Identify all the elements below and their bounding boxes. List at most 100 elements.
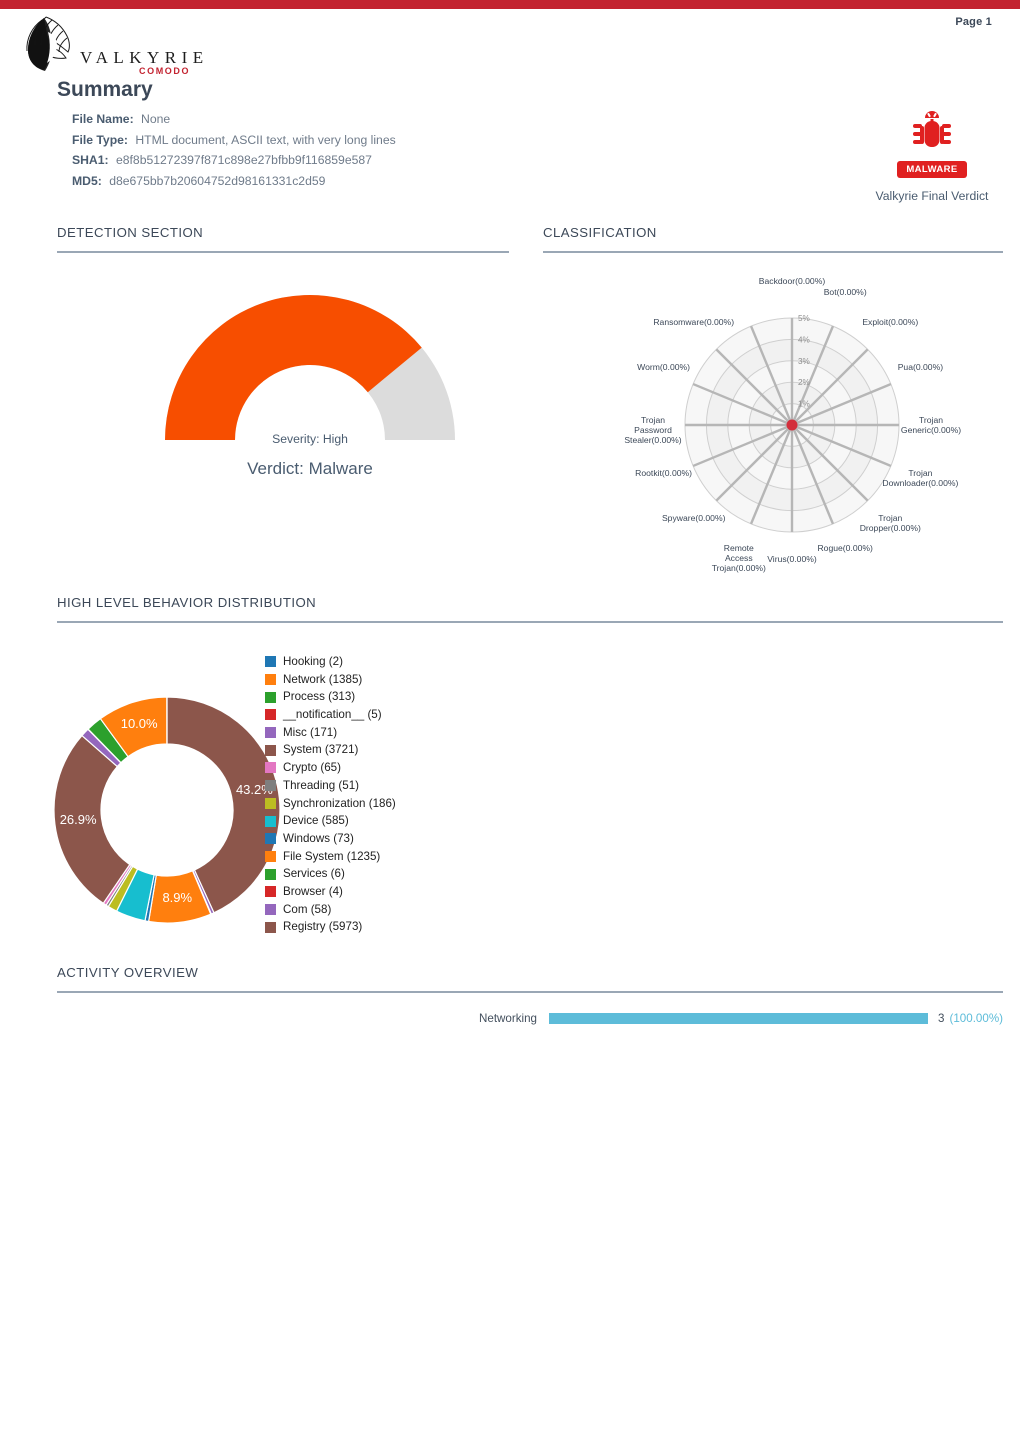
legend-item: __notification__ (5): [265, 706, 396, 724]
legend-swatch: [265, 709, 276, 721]
filetype-label: File Type:: [72, 132, 128, 147]
radar-label: Trojan Generic(0.00%): [900, 415, 962, 435]
radar-label: Spyware(0.00%): [661, 513, 726, 524]
legend-label: Hooking (2): [283, 655, 343, 668]
legend-item: Hooking (2): [265, 653, 396, 671]
svg-text:4%: 4%: [798, 335, 810, 344]
brand-name: VALKYRIE: [80, 48, 209, 67]
legend-swatch: [265, 797, 276, 809]
gauge-svg: [165, 295, 455, 440]
radar-label: Worm(0.00%): [637, 361, 691, 372]
md5-label: MD5:: [72, 173, 102, 188]
md5-value: d8e675bb7b20604752d98161331c2d59: [109, 173, 326, 188]
filename-value: None: [141, 112, 171, 126]
legend-label: Process (313): [283, 690, 356, 704]
behavior-legend: Hooking (2) Network (1385) Process (313) __…: [265, 653, 396, 936]
legend-label: Synchronization (186): [283, 796, 396, 810]
legend-item: Browser (4): [265, 883, 396, 901]
legend-swatch: [265, 868, 276, 880]
meta-row-filename: File Name: None: [72, 112, 632, 126]
status-badge: MALWARE: [897, 161, 967, 178]
section-header-activity: ACTIVITY OVERVIEW: [57, 965, 1003, 993]
classification-radar-chart: 1% 2% 3% 4% 5% Backdoor(0.00%) Bot(0.00%) Expl…: [620, 275, 1000, 573]
gauge-severity-label: Severity: High: [272, 432, 348, 446]
legend-item: Process (313): [265, 688, 396, 706]
svg-text:1%: 1%: [798, 400, 810, 409]
section-rule: [57, 991, 1003, 993]
svg-text:3%: 3%: [798, 357, 810, 366]
section-rule: [543, 251, 1003, 253]
legend-item: Crypto (65): [265, 759, 396, 777]
legend-item: Threading (51): [265, 777, 396, 795]
activity-count: 3: [938, 1012, 945, 1025]
legend-label: Crypto (65): [283, 761, 341, 775]
filetype-value: HTML document, ASCII text, with very lon…: [135, 132, 396, 147]
donut-percent-label: 26.9%: [59, 812, 97, 828]
donut-percent-label: 8.9%: [162, 889, 193, 905]
valkyrie-logo: VALKYRIE COMODO: [12, 14, 203, 76]
brand-sub: COMODO: [139, 66, 191, 76]
legend-item: File System (1235): [265, 848, 396, 866]
sha1-value: e8f8b51272397f871c898e27bfbb9f116859e587: [115, 153, 372, 167]
legend-swatch: [265, 762, 276, 774]
legend-swatch: [265, 850, 276, 862]
gauge-verdict-label: Verdict: Malware: [247, 459, 373, 478]
svg-text:5%: 5%: [798, 314, 810, 323]
activity-percent: (100.00%): [949, 1012, 1004, 1025]
meta-row-filetype: File Type: HTML document, ASCII text, wi…: [72, 133, 632, 147]
legend-label: Threading (51): [283, 778, 360, 792]
legend-label: Registry (5973): [283, 920, 363, 934]
activity-bar-fill: [549, 1013, 929, 1024]
radar-label: Exploit(0.00%): [862, 316, 919, 327]
file-metadata: File Name: None File Type: HTML document…: [72, 112, 632, 194]
legend-swatch: [265, 815, 276, 827]
legend-item: System (3721): [265, 741, 396, 759]
legend-swatch: [265, 921, 276, 933]
activity-row: Networking 3 (100.00%): [57, 1012, 1003, 1025]
section-rule: [57, 621, 1003, 623]
legend-swatch: [265, 886, 276, 898]
section-rule: [57, 251, 509, 253]
legend-item: Services (6): [265, 865, 396, 883]
final-verdict-block: MALWARE Valkyrie Final Verdict: [862, 108, 1002, 203]
radar-label: Trojan Dropper(0.00%): [859, 513, 921, 534]
meta-row-sha1: SHA1: e8f8b51272397f871c898e27bfbb9f1168…: [72, 153, 632, 167]
legend-label: __notification__ (5): [283, 708, 382, 722]
legend-label: Com (58): [283, 902, 332, 916]
severity-gauge: Severity: High Verdict: Malware: [110, 292, 510, 478]
radar-label: Trojan Downloader(0.00%): [882, 468, 959, 489]
legend-label: Network (1385): [283, 672, 363, 686]
section-title-detection: DETECTION SECTION: [57, 225, 204, 240]
legend-item: Network (1385): [265, 671, 396, 689]
section-title-activity: ACTIVITY OVERVIEW: [57, 965, 199, 980]
page-title: Summary: [57, 78, 153, 101]
radar-label: Trojan Password Stealer(0.00%): [624, 415, 682, 445]
legend-item: Synchronization (186): [265, 795, 396, 813]
section-title-behavior: HIGH LEVEL BEHAVIOR DISTRIBUTION: [57, 595, 317, 610]
legend-label: Windows (73): [283, 831, 354, 845]
donut-percent-label: 10.0%: [120, 715, 158, 731]
legend-item: Registry (5973): [265, 918, 396, 936]
legend-label: System (3721): [283, 743, 359, 757]
legend-label: Misc (171): [283, 725, 338, 739]
radar-label: Rootkit(0.00%): [635, 468, 693, 479]
activity-label: Networking: [479, 1012, 537, 1025]
legend-label: Services (6): [283, 867, 345, 881]
behavior-donut-chart: 43.2% 8.9% 26.9% 10.0%: [42, 692, 292, 932]
legend-swatch: [265, 833, 276, 845]
radar-label: Pua(0.00%): [897, 361, 944, 372]
filename-label: File Name:: [72, 112, 134, 126]
legend-label: File System (1235): [283, 849, 381, 863]
legend-swatch: [265, 780, 276, 792]
radar-label: Remote Access Trojan(0.00%): [711, 543, 766, 574]
section-header-detection: DETECTION SECTION: [57, 225, 509, 253]
legend-swatch: [265, 903, 276, 915]
legend-item: Windows (73): [265, 830, 396, 848]
section-header-classification: CLASSIFICATION: [543, 225, 1003, 253]
radar-label: Backdoor(0.00%): [758, 276, 826, 286]
top-accent-bar: [0, 0, 1020, 9]
radar-label: Bot(0.00%): [823, 286, 867, 297]
legend-item: Device (585): [265, 812, 396, 830]
section-title-classification: CLASSIFICATION: [543, 225, 657, 240]
legend-item: Misc (171): [265, 724, 396, 742]
